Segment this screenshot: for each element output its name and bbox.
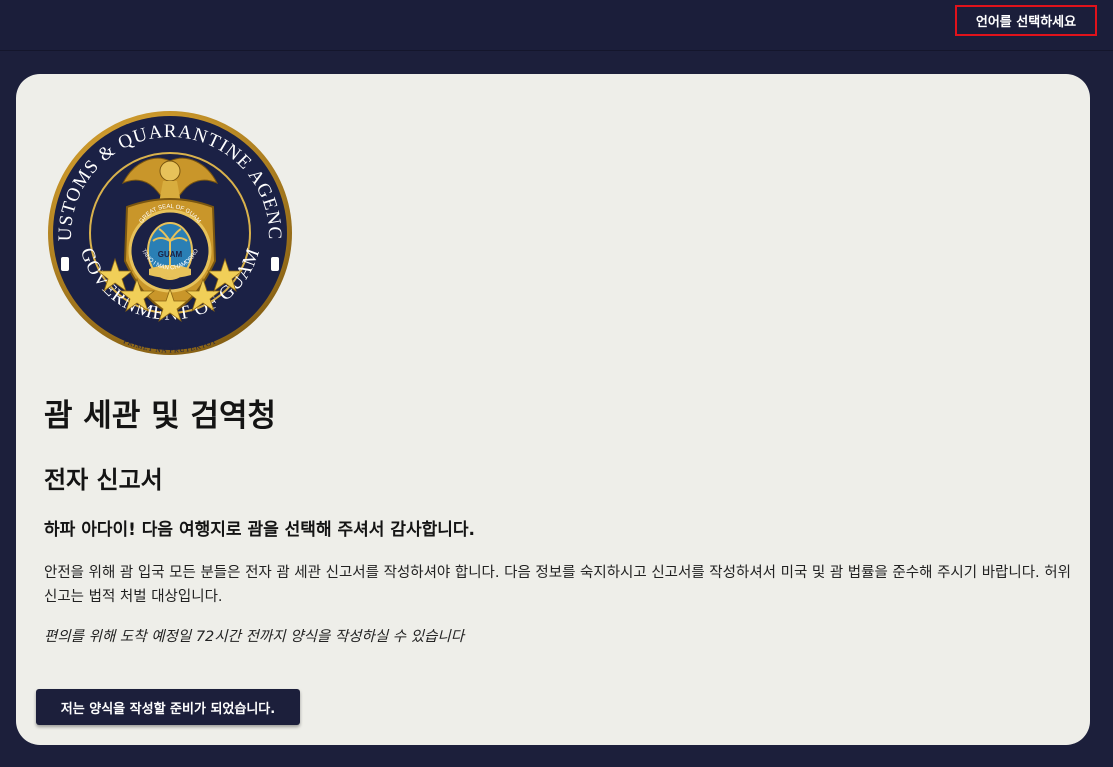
language-selector-label: 언어를 선택하세요 [975,15,1077,30]
timing-note: 편의를 위해 도착 예정일 72시간 전까지 양식을 작성하실 수 있습니다 [44,629,465,645]
language-selector-button[interactable]: 언어를 선택하세요 [955,5,1097,36]
top-bar: 언어를 선택하세요 [0,0,1113,51]
agency-seal-logo: CUSTOMS & QUARANTINE AGENCY GOVERNMENT O… [45,111,292,355]
ready-to-fill-form-button[interactable]: 저는 양식을 작성할 준비가 되었습니다. [36,689,300,725]
page-subtitle: 전자 신고서 [44,466,163,494]
page-title: 괌 세관 및 검역청 [44,398,277,434]
main-card: CUSTOMS & QUARANTINE AGENCY GOVERNMENT O… [16,74,1090,745]
seal-inner-center-text: GUAM [158,250,183,259]
greeting-text: 하파 아다이! 다음 여행지로 괌을 선택해 주셔서 감사합니다. [44,520,475,540]
instructions-text: 안전을 위해 괌 입국 모든 분들은 전자 괌 세관 신고서를 작성하셔야 합니… [44,565,1071,605]
